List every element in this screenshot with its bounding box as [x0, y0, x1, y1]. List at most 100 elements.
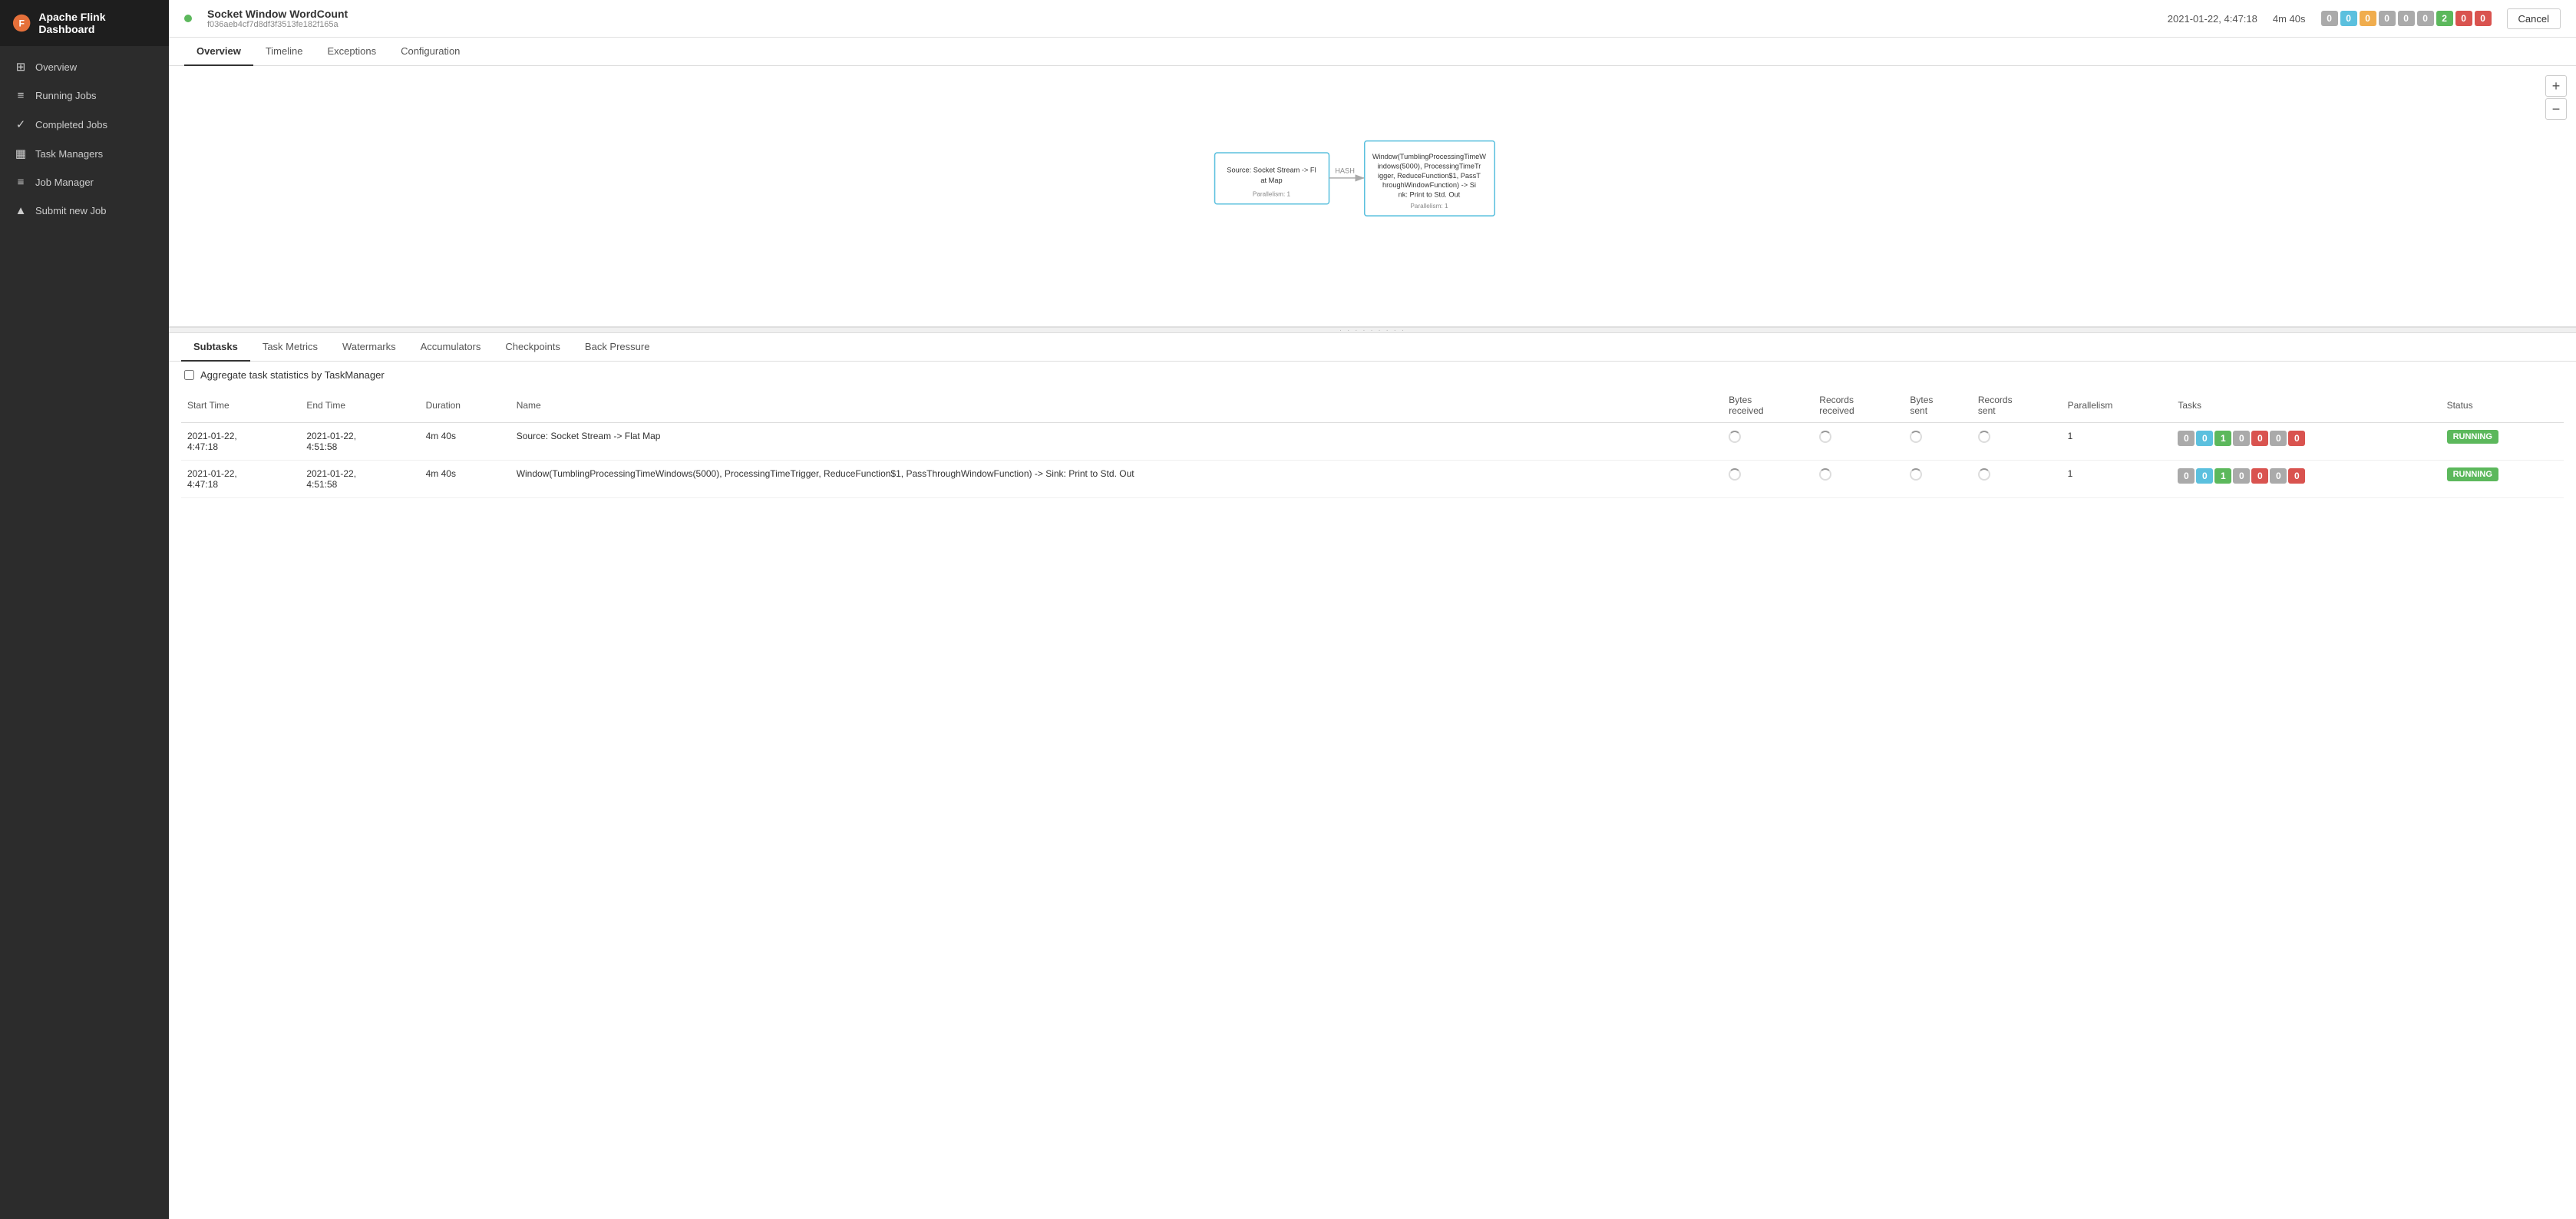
sidebar-icon-submit-job: ▲ [14, 204, 28, 217]
cell-name: Window(TumblingProcessingTimeWindows(500… [510, 461, 1723, 498]
edge-label: HASH [1335, 167, 1355, 175]
svg-text:Parallelism: 1: Parallelism: 1 [1410, 203, 1448, 210]
sidebar-label-completed-jobs: Completed Jobs [35, 119, 107, 130]
aggregate-checkbox-label[interactable]: Aggregate task statistics by TaskManager [200, 369, 385, 381]
sidebar-label-task-managers: Task Managers [35, 148, 103, 160]
task-badge-finished-2: 0 [2233, 468, 2250, 484]
task-badges-row1: 0 0 1 0 0 [2178, 431, 2268, 446]
bottom-panel: Subtasks Task Metrics Watermarks Accumul… [169, 333, 2576, 1219]
job-datetime: 2021-01-22, 4:47:18 [2168, 13, 2257, 25]
tab-timeline[interactable]: Timeline [253, 38, 315, 66]
task-badge-scheduled: 0 [2196, 431, 2213, 446]
sidebar-icon-task-managers: ▦ [14, 147, 28, 160]
sidebar-item-task-managers[interactable]: ▦ Task Managers [0, 139, 169, 168]
graph-svg: Source: Socket Stream -> Fl at Map Paral… [169, 66, 2576, 326]
job-meta: 2021-01-22, 4:47:18 4m 40s 0 0 0 0 0 0 2… [2168, 8, 2561, 29]
svg-text:igger, ReduceFunction$1, PassT: igger, ReduceFunction$1, PassT [1378, 172, 1481, 180]
cell-duration: 4m 40s [420, 461, 510, 498]
th-bytes-received: Bytesreceived [1722, 388, 1813, 423]
job-status-indicator [184, 15, 192, 22]
cell-end-time: 2021-01-22,4:51:58 [300, 423, 419, 461]
spinner-records-sent-2 [1978, 468, 1990, 481]
badge-canceling: 0 [2417, 11, 2434, 26]
table-row: 2021-01-22,4:47:18 2021-01-22,4:51:58 4m… [181, 423, 2564, 461]
sidebar-item-job-manager[interactable]: ≡Job Manager [0, 168, 169, 197]
resize-handle[interactable]: · · · · · · · · · [169, 327, 2576, 333]
cell-bytes-sent [1904, 423, 1972, 461]
spinner-bytes-sent [1910, 431, 1922, 443]
cell-status: RUNNING [2441, 461, 2564, 498]
th-records-sent: Recordssent [1972, 388, 2062, 423]
th-tasks: Tasks [2171, 388, 2440, 423]
svg-text:at Map: at Map [1260, 177, 1282, 184]
task-badges-row2: 0 0 [2270, 431, 2305, 446]
tab-configuration[interactable]: Configuration [388, 38, 472, 66]
th-status: Status [2441, 388, 2564, 423]
sidebar-item-overview[interactable]: ⊞Overview [0, 52, 169, 81]
task-badge-canceled: 0 [2251, 431, 2268, 446]
cell-tasks: 0 0 1 0 0 0 0 [2171, 461, 2440, 498]
aggregate-checkbox-input[interactable] [184, 370, 194, 380]
sub-tabs: Subtasks Task Metrics Watermarks Accumul… [169, 333, 2576, 362]
table-body: 2021-01-22,4:47:18 2021-01-22,4:51:58 4m… [181, 423, 2564, 498]
sidebar-item-submit-job[interactable]: ▲ Submit new Job [0, 197, 169, 225]
th-parallelism: Parallelism [2062, 388, 2172, 423]
task-badge-created-2: 0 [2178, 468, 2195, 484]
th-name: Name [510, 388, 1723, 423]
cell-records-sent [1972, 423, 2062, 461]
task-badge-failed-2: 0 [2288, 468, 2305, 484]
job-id: f036aeb4cf7d8df3f3513fe182f165a [207, 20, 348, 29]
cell-duration: 4m 40s [420, 423, 510, 461]
th-end-time: End Time [300, 388, 419, 423]
badge-created: 0 [2321, 11, 2338, 26]
subtasks-table: Start Time End Time Duration Name Bytesr… [181, 388, 2564, 498]
svg-text:F: F [18, 18, 24, 29]
sidebar-icon-running-jobs: ≡ [14, 89, 28, 102]
zoom-controls: + − [2545, 75, 2567, 120]
cell-parallelism: 1 [2062, 461, 2172, 498]
svg-text:indows(5000), ProcessingTimeTr: indows(5000), ProcessingTimeTr [1378, 163, 1481, 170]
cell-records-received [1813, 423, 1904, 461]
sidebar-item-completed-jobs[interactable]: ✓Completed Jobs [0, 110, 169, 139]
cell-bytes-sent [1904, 461, 1972, 498]
svg-text:Source: Socket Stream -> Fl: Source: Socket Stream -> Fl [1227, 167, 1316, 174]
cancel-button[interactable]: Cancel [2507, 8, 2561, 29]
sub-tab-checkpoints[interactable]: Checkpoints [493, 333, 573, 362]
flink-logo: F [12, 13, 31, 33]
main-content: Socket Window WordCount f036aeb4cf7d8df3… [169, 0, 2576, 1219]
sidebar-item-running-jobs[interactable]: ≡Running Jobs [0, 81, 169, 110]
svg-text:Window(TumblingProcessingTimeW: Window(TumblingProcessingTimeW [1372, 153, 1486, 160]
sub-tab-back-pressure[interactable]: Back Pressure [573, 333, 662, 362]
zoom-in-button[interactable]: + [2545, 75, 2567, 97]
tab-exceptions[interactable]: Exceptions [315, 38, 388, 66]
cell-parallelism: 1 [2062, 423, 2172, 461]
cell-records-received [1813, 461, 1904, 498]
tab-overview[interactable]: Overview [184, 38, 253, 66]
sidebar-label-submit-job: Submit new Job [35, 205, 107, 216]
th-duration: Duration [420, 388, 510, 423]
status-badge-running-2: RUNNING [2447, 467, 2498, 481]
task-badge-finished: 0 [2233, 431, 2250, 446]
cell-end-time: 2021-01-22,4:51:58 [300, 461, 419, 498]
main-tabs: Overview Timeline Exceptions Configurati… [169, 38, 2576, 66]
sub-tab-accumulators[interactable]: Accumulators [408, 333, 494, 362]
table-row: 2021-01-22,4:47:18 2021-01-22,4:51:58 4m… [181, 461, 2564, 498]
task-badge-running-2: 1 [2214, 468, 2231, 484]
zoom-out-button[interactable]: − [2545, 98, 2567, 120]
sub-tab-watermarks[interactable]: Watermarks [330, 333, 408, 362]
job-graph-area: + − Source: Socket Stream -> Fl at Map P… [169, 66, 2576, 327]
cell-start-time: 2021-01-22,4:47:18 [181, 461, 300, 498]
spinner-bytes-sent-2 [1910, 468, 1922, 481]
cell-tasks: 0 0 1 0 0 0 0 [2171, 423, 2440, 461]
sub-tab-task-metrics[interactable]: Task Metrics [250, 333, 330, 362]
spinner-records-sent [1978, 431, 1990, 443]
sub-tab-subtasks[interactable]: Subtasks [181, 333, 250, 362]
task-badges: 0 0 1 0 0 0 0 [2178, 431, 2434, 446]
content-area: + − Source: Socket Stream -> Fl at Map P… [169, 66, 2576, 1219]
badge-canceled: 0 [2455, 11, 2472, 26]
spinner-bytes-received [1729, 431, 1741, 443]
svg-text:nk: Print to Std. Out: nk: Print to Std. Out [1399, 191, 1461, 199]
task-badge-canceled-2: 0 [2251, 468, 2268, 484]
cell-bytes-received [1722, 423, 1813, 461]
table-area: Aggregate task statistics by TaskManager… [169, 362, 2576, 1219]
